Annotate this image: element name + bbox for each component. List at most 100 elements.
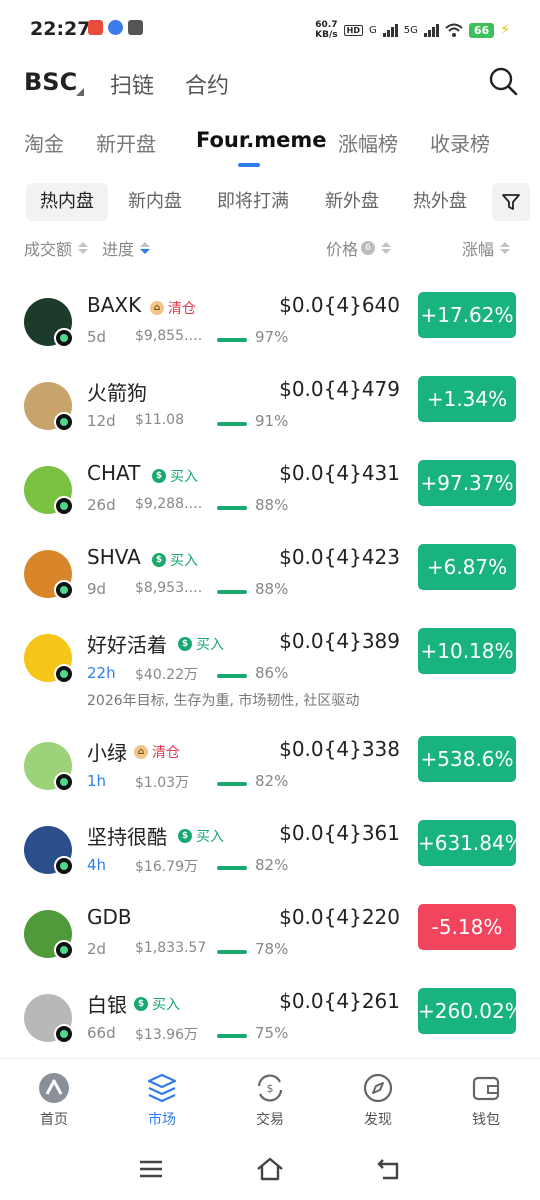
filter-button[interactable] — [492, 183, 530, 221]
progress-bar — [217, 338, 247, 342]
nav-home[interactable]: 首页 — [14, 1071, 94, 1129]
token-row[interactable]: 白银 $ 买入 66d $13.96万 75% $0.0{4}261 +260.02% — [0, 984, 540, 1068]
money-bag-icon: $ — [152, 469, 166, 483]
token-name: 白银 — [87, 993, 127, 1017]
token-progress: 86% — [255, 664, 289, 682]
token-tag: $ 买入 — [152, 550, 198, 570]
token-row[interactable]: SHVA $ 买入 9d $8,953.… 88% $0.0{4}423 +6.87% — [0, 540, 540, 624]
token-name: 火箭狗 — [87, 381, 147, 405]
token-row[interactable]: 好好活着 $ 买入 22h $40.22万 86% $0.0{4}389 +10.18% 202… — [0, 624, 540, 709]
token-progress: 75% — [255, 1024, 289, 1042]
four-meme-badge-icon — [54, 580, 74, 600]
token-row[interactable]: 坚持很酷 $ 买入 4h $16.79万 82% $0.0{4}361 +631.84% — [0, 816, 540, 900]
token-progress: 82% — [255, 772, 289, 790]
token-name: 小绿 — [87, 741, 127, 765]
system-indicators: 60.7 KB/s HD G 5G 66 ⚡ — [315, 20, 510, 40]
tab-gainers[interactable]: 涨幅榜 — [338, 128, 398, 157]
token-price: $0.0{4}361 — [279, 821, 400, 845]
clear-position-icon: ⌂ — [134, 745, 148, 759]
net-speed: 60.7 KB/s — [315, 20, 338, 40]
token-tag: ⌂ 清仓 — [150, 298, 196, 318]
sort-progress[interactable]: 进度 — [102, 236, 151, 260]
back-icon[interactable] — [375, 1154, 405, 1184]
svg-text:$: $ — [267, 1082, 274, 1095]
token-age: 9d — [87, 580, 107, 598]
token-volume: $40.22万 — [135, 667, 198, 683]
four-meme-badge-icon — [54, 496, 74, 516]
token-age: 66d — [87, 1024, 116, 1042]
notification-icons — [88, 20, 143, 35]
tab-new-listings[interactable]: 新开盘 — [96, 128, 156, 157]
chip-almost-full[interactable]: 即将打满 — [203, 183, 303, 221]
change-badge[interactable]: +631.84% — [418, 820, 524, 866]
token-tag: $ 买入 — [134, 994, 180, 1014]
progress-bar — [217, 422, 247, 426]
four-meme-badge-icon — [54, 664, 74, 684]
app-notification-icon — [108, 20, 123, 35]
signal-icon — [382, 23, 398, 37]
token-progress: 97% — [255, 328, 289, 346]
token-volume: $8,953.… — [135, 580, 203, 596]
token-volume: $9,288.… — [135, 496, 203, 512]
four-meme-badge-icon — [54, 856, 74, 876]
nav-market[interactable]: 市场 — [122, 1071, 202, 1129]
token-progress: 82% — [255, 856, 289, 874]
tab-listed[interactable]: 收录榜 — [430, 128, 490, 157]
token-row[interactable]: 小绿 ⌂ 清仓 1h $1.03万 82% $0.0{4}338 +538.6% — [0, 732, 540, 816]
token-volume: $16.79万 — [135, 859, 198, 875]
token-name: SHVA — [87, 545, 141, 569]
token-name: 好好活着 — [87, 633, 167, 657]
token-progress: 88% — [255, 496, 289, 514]
chip-hot-inner[interactable]: 热内盘 — [26, 183, 108, 221]
chain-selector[interactable]: BSC — [24, 68, 77, 96]
progress-bar — [217, 866, 247, 870]
money-bag-icon: $ — [152, 553, 166, 567]
search-icon[interactable] — [488, 66, 518, 96]
nav-contract[interactable]: 合约 — [185, 68, 229, 100]
token-volume: $1,833.57 — [135, 940, 207, 956]
token-price: $0.0{4}431 — [279, 461, 400, 485]
four-meme-badge-icon — [54, 940, 74, 960]
token-row[interactable]: GDB 2d $1,833.57 78% $0.0{4}220 -5.18% — [0, 900, 540, 984]
token-price: $0.0{4}389 — [279, 629, 400, 653]
chip-new-outer[interactable]: 新外盘 — [311, 183, 393, 221]
app-notification-icon — [128, 20, 143, 35]
nav-trade[interactable]: $ 交易 — [230, 1071, 310, 1129]
change-badge[interactable]: +1.34% — [418, 376, 516, 422]
token-tag: ⌂ 清仓 — [134, 742, 180, 762]
token-row[interactable]: 火箭狗 12d $11.08 91% $0.0{4}479 +1.34% — [0, 372, 540, 456]
menu-icon[interactable] — [136, 1154, 166, 1184]
sort-arrows-icon — [78, 242, 89, 254]
token-row[interactable]: CHAT $ 买入 26d $9,288.… 88% $0.0{4}431 +97.37% — [0, 456, 540, 540]
tab-taojin[interactable]: 淘金 — [24, 128, 64, 157]
sort-price[interactable]: 价格 6 — [326, 236, 392, 260]
change-badge[interactable]: +97.37% — [418, 460, 516, 506]
change-badge[interactable]: +6.87% — [418, 544, 516, 590]
change-badge[interactable]: +17.62% — [418, 292, 516, 338]
sort-volume[interactable]: 成交额 — [24, 236, 89, 260]
change-badge[interactable]: +10.18% — [418, 628, 516, 674]
nav-scan-chain[interactable]: 扫链 — [110, 68, 154, 100]
filter-chips: 热内盘 新内盘 即将打满 新外盘 热外盘 — [0, 183, 540, 223]
token-volume: $1.03万 — [135, 775, 190, 791]
home-button-icon[interactable] — [255, 1154, 285, 1184]
progress-bar — [217, 506, 247, 510]
token-age: 1h — [87, 772, 107, 790]
progress-bar — [217, 782, 247, 786]
chip-hot-outer[interactable]: 热外盘 — [399, 183, 481, 221]
sort-change[interactable]: 涨幅 — [462, 236, 511, 260]
tab-four-meme[interactable]: Four.meme — [196, 128, 326, 152]
money-bag-icon: $ — [178, 829, 192, 843]
chain-dropdown-icon[interactable] — [76, 88, 84, 96]
change-badge[interactable]: +260.02% — [418, 988, 524, 1034]
chip-new-inner[interactable]: 新内盘 — [114, 183, 196, 221]
change-badge[interactable]: -5.18% — [418, 904, 516, 950]
token-volume: $11.08 — [135, 412, 184, 428]
home-icon — [39, 1073, 69, 1103]
hd-icon: HD — [343, 24, 363, 36]
nav-wallet[interactable]: 钱包 — [446, 1071, 526, 1129]
token-age: 22h — [87, 664, 116, 682]
token-row[interactable]: BAXK ⌂ 清仓 5d $9,855.… 97% $0.0{4}640 +17.62% — [0, 288, 540, 372]
change-badge[interactable]: +538.6% — [418, 736, 516, 782]
nav-discover[interactable]: 发现 — [338, 1071, 418, 1129]
